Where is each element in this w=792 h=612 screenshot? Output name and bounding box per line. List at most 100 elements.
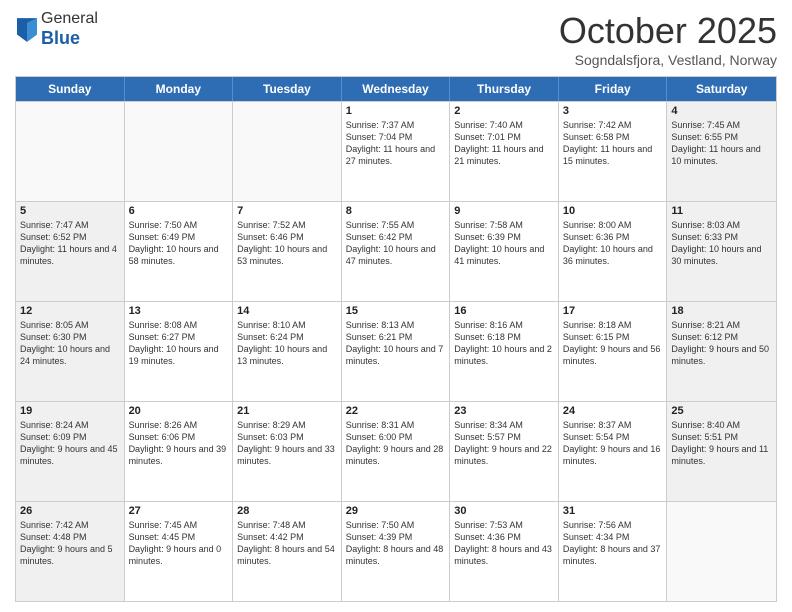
logo-text: General Blue [41, 10, 98, 49]
cal-cell: 29Sunrise: 7:50 AMSunset: 4:39 PMDayligh… [342, 502, 451, 601]
day-number: 18 [671, 305, 772, 317]
cal-week-4: 26Sunrise: 7:42 AMSunset: 4:48 PMDayligh… [16, 501, 776, 601]
cal-week-3: 19Sunrise: 8:24 AMSunset: 6:09 PMDayligh… [16, 401, 776, 501]
cal-cell [233, 102, 342, 201]
cal-cell: 17 Sunrise: 8:18 AMSunset: 6:15 PMDayligh… [559, 302, 668, 401]
cal-cell: 22Sunrise: 8:31 AMSunset: 6:00 PMDayligh… [342, 402, 451, 501]
day-number: 24 [563, 405, 663, 417]
day-number: 28 [237, 505, 337, 517]
header: General Blue October 2025 Sogndalsfjora,… [15, 10, 777, 68]
cell-info: Sunrise: 8:10 AMSunset: 6:24 PMDaylight:… [237, 319, 337, 368]
cell-info: Sunrise: 7:40 AMSunset: 7:01 PMDaylight:… [454, 119, 554, 168]
cell-info: Sunrise: 7:50 AMSunset: 6:49 PMDaylight:… [129, 219, 229, 268]
cal-header-monday: Monday [125, 77, 234, 101]
cal-header-sunday: Sunday [16, 77, 125, 101]
cal-cell: 28 Sunrise: 7:48 AMSunset: 4:42 PMDayligh… [233, 502, 342, 601]
cal-cell [667, 502, 776, 601]
cal-cell: 23 Sunrise: 8:34 AMSunset: 5:57 PMDayligh… [450, 402, 559, 501]
day-number: 3 [563, 105, 663, 117]
cal-cell [16, 102, 125, 201]
cell-info: Sunrise: 8:31 AMSunset: 6:00 PMDaylight:… [346, 419, 446, 468]
cal-cell: 4Sunrise: 7:45 AMSunset: 6:55 PMDaylight… [667, 102, 776, 201]
day-number: 15 [346, 305, 446, 317]
cal-header-wednesday: Wednesday [342, 77, 451, 101]
day-number: 10 [563, 205, 663, 217]
cal-cell: 1Sunrise: 7:37 AMSunset: 7:04 PMDaylight… [342, 102, 451, 201]
cell-info: Sunrise: 7:37 AMSunset: 7:04 PMDaylight:… [346, 119, 446, 168]
cell-info: Sunrise: 7:45 AMSunset: 4:45 PMDaylight:… [129, 519, 229, 568]
calendar: SundayMondayTuesdayWednesdayThursdayFrid… [15, 76, 777, 602]
cal-cell: 25Sunrise: 8:40 AMSunset: 5:51 PMDayligh… [667, 402, 776, 501]
day-number: 2 [454, 105, 554, 117]
cal-cell: 27 Sunrise: 7:45 AMSunset: 4:45 PMDayligh… [125, 502, 234, 601]
cal-header-saturday: Saturday [667, 77, 776, 101]
cell-info: Sunrise: 7:42 AMSunset: 4:48 PMDaylight:… [20, 519, 120, 568]
title-area: October 2025 Sogndalsfjora, Vestland, No… [559, 10, 777, 68]
cal-cell: 15Sunrise: 8:13 AMSunset: 6:21 PMDayligh… [342, 302, 451, 401]
day-number: 31 [563, 505, 663, 517]
cell-info: Sunrise: 8:18 AMSunset: 6:15 PMDaylight:… [563, 319, 663, 368]
cal-cell: 16 Sunrise: 8:16 AMSunset: 6:18 PMDayligh… [450, 302, 559, 401]
day-number: 29 [346, 505, 446, 517]
cal-cell: 6 Sunrise: 7:50 AMSunset: 6:49 PMDaylight… [125, 202, 234, 301]
day-number: 20 [129, 405, 229, 417]
cal-week-2: 12Sunrise: 8:05 AMSunset: 6:30 PMDayligh… [16, 301, 776, 401]
day-number: 12 [20, 305, 120, 317]
cal-cell [125, 102, 234, 201]
logo-icon [17, 18, 37, 42]
cell-info: Sunrise: 8:03 AMSunset: 6:33 PMDaylight:… [671, 219, 772, 268]
day-number: 14 [237, 305, 337, 317]
calendar-subtitle: Sogndalsfjora, Vestland, Norway [559, 52, 777, 68]
cell-info: Sunrise: 7:58 AMSunset: 6:39 PMDaylight:… [454, 219, 554, 268]
day-number: 30 [454, 505, 554, 517]
cal-cell: 3Sunrise: 7:42 AMSunset: 6:58 PMDaylight… [559, 102, 668, 201]
cal-cell: 26Sunrise: 7:42 AMSunset: 4:48 PMDayligh… [16, 502, 125, 601]
cal-cell: 18 Sunrise: 8:21 AMSunset: 6:12 PMDayligh… [667, 302, 776, 401]
cell-info: Sunrise: 8:37 AMSunset: 5:54 PMDaylight:… [563, 419, 663, 468]
cal-cell: 11Sunrise: 8:03 AMSunset: 6:33 PMDayligh… [667, 202, 776, 301]
calendar-body: 1Sunrise: 7:37 AMSunset: 7:04 PMDaylight… [16, 101, 776, 601]
cell-info: Sunrise: 8:08 AMSunset: 6:27 PMDaylight:… [129, 319, 229, 368]
calendar-header-row: SundayMondayTuesdayWednesdayThursdayFrid… [16, 77, 776, 101]
cell-info: Sunrise: 8:00 AMSunset: 6:36 PMDaylight:… [563, 219, 663, 268]
page: General Blue October 2025 Sogndalsfjora,… [0, 0, 792, 612]
day-number: 9 [454, 205, 554, 217]
cal-header-tuesday: Tuesday [233, 77, 342, 101]
cal-cell: 24 Sunrise: 8:37 AMSunset: 5:54 PMDayligh… [559, 402, 668, 501]
cell-info: Sunrise: 8:16 AMSunset: 6:18 PMDaylight:… [454, 319, 554, 368]
cal-cell: 9 Sunrise: 7:58 AMSunset: 6:39 PMDaylight… [450, 202, 559, 301]
cell-info: Sunrise: 7:55 AMSunset: 6:42 PMDaylight:… [346, 219, 446, 268]
cal-week-1: 5 Sunrise: 7:47 AMSunset: 6:52 PMDaylight… [16, 201, 776, 301]
cell-info: Sunrise: 8:24 AMSunset: 6:09 PMDaylight:… [20, 419, 120, 468]
cal-cell: 21Sunrise: 8:29 AMSunset: 6:03 PMDayligh… [233, 402, 342, 501]
logo: General Blue [15, 10, 98, 49]
cell-info: Sunrise: 8:34 AMSunset: 5:57 PMDaylight:… [454, 419, 554, 468]
cell-info: Sunrise: 8:26 AMSunset: 6:06 PMDaylight:… [129, 419, 229, 468]
cal-header-thursday: Thursday [450, 77, 559, 101]
cell-info: Sunrise: 7:47 AMSunset: 6:52 PMDaylight:… [20, 219, 120, 268]
cal-cell: 19Sunrise: 8:24 AMSunset: 6:09 PMDayligh… [16, 402, 125, 501]
cal-cell: 14 Sunrise: 8:10 AMSunset: 6:24 PMDayligh… [233, 302, 342, 401]
day-number: 27 [129, 505, 229, 517]
cell-info: Sunrise: 8:29 AMSunset: 6:03 PMDaylight:… [237, 419, 337, 468]
cal-header-friday: Friday [559, 77, 668, 101]
cell-info: Sunrise: 7:53 AMSunset: 4:36 PMDaylight:… [454, 519, 554, 568]
cal-cell: 2 Sunrise: 7:40 AMSunset: 7:01 PMDaylight… [450, 102, 559, 201]
day-number: 13 [129, 305, 229, 317]
cell-info: Sunrise: 7:48 AMSunset: 4:42 PMDaylight:… [237, 519, 337, 568]
cal-cell: 10 Sunrise: 8:00 AMSunset: 6:36 PMDayligh… [559, 202, 668, 301]
cal-cell: 20 Sunrise: 8:26 AMSunset: 6:06 PMDayligh… [125, 402, 234, 501]
cell-info: Sunrise: 8:21 AMSunset: 6:12 PMDaylight:… [671, 319, 772, 368]
day-number: 16 [454, 305, 554, 317]
cal-cell: 30 Sunrise: 7:53 AMSunset: 4:36 PMDayligh… [450, 502, 559, 601]
day-number: 6 [129, 205, 229, 217]
cal-cell: 7Sunrise: 7:52 AMSunset: 6:46 PMDaylight… [233, 202, 342, 301]
day-number: 25 [671, 405, 772, 417]
day-number: 23 [454, 405, 554, 417]
day-number: 7 [237, 205, 337, 217]
cal-cell: 13 Sunrise: 8:08 AMSunset: 6:27 PMDayligh… [125, 302, 234, 401]
day-number: 5 [20, 205, 120, 217]
day-number: 8 [346, 205, 446, 217]
cell-info: Sunrise: 7:56 AMSunset: 4:34 PMDaylight:… [563, 519, 663, 568]
day-number: 17 [563, 305, 663, 317]
